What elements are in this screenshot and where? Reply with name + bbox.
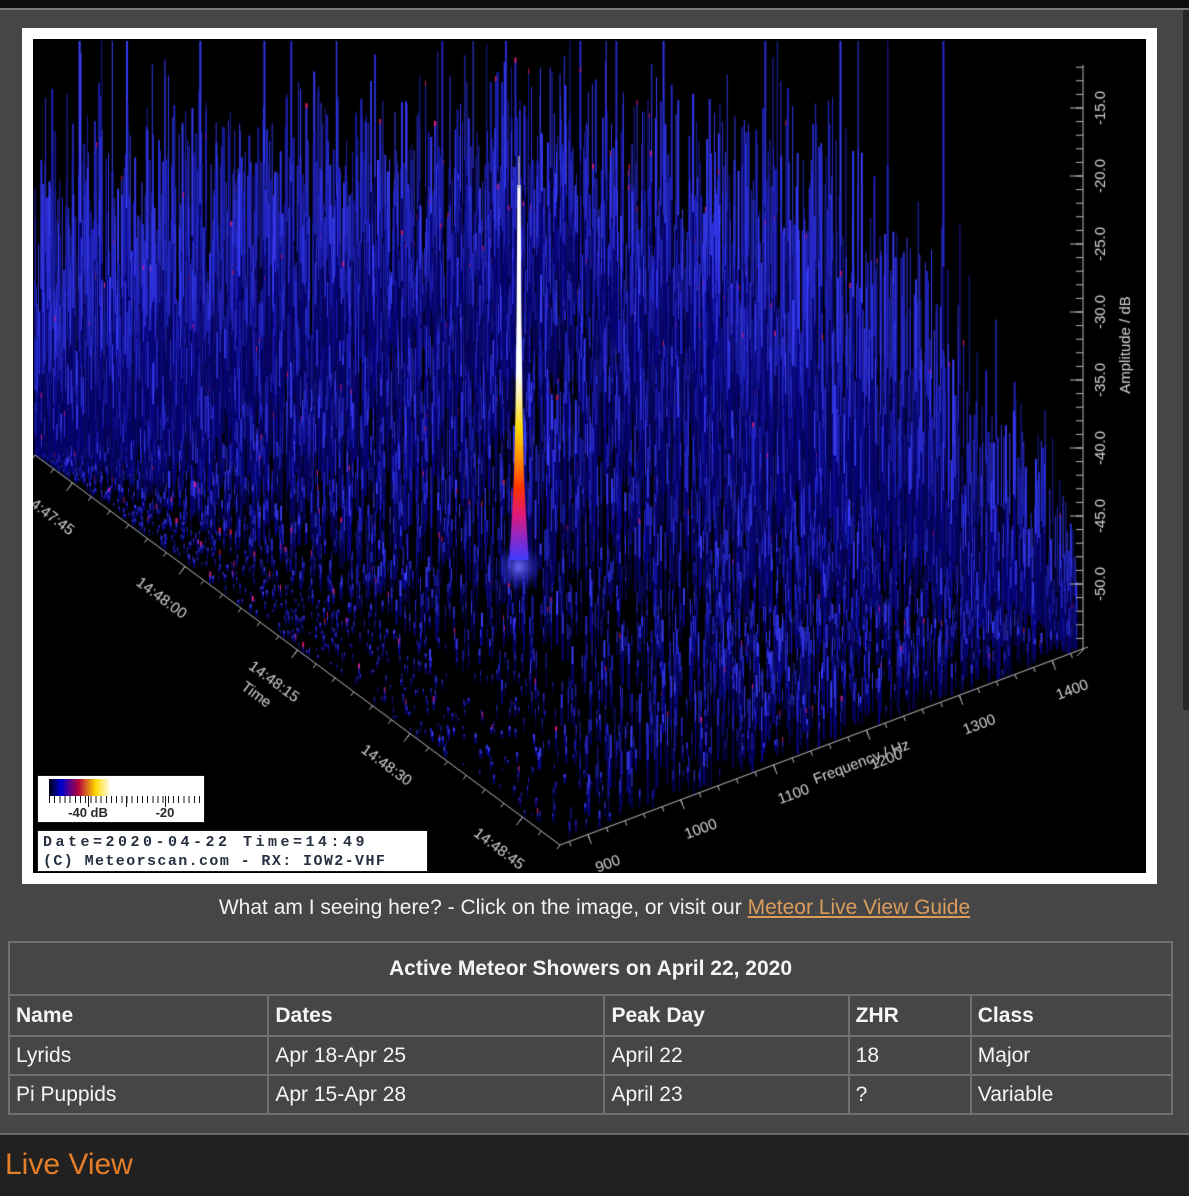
station-info-overlay: Date=2020-04-22 Time=14:49 (C) Meteorsca… [37,830,428,872]
live-view-link[interactable]: Live View [5,1148,133,1181]
table-cell: Pi Puppids [9,1075,268,1114]
footer-section: Live View [0,1135,1189,1196]
table-row: Pi PuppidsApr 15-Apr 28April 23?Variable [9,1075,1172,1114]
table-body: LyridsApr 18-Apr 25April 2218MajorPi Pup… [9,1036,1172,1114]
table-cell: Variable [971,1075,1172,1114]
colorbar-gradient [49,779,204,796]
spectrogram-figure[interactable]: -40 dB -20 Date=2020-04-22 Time=14:49 (C… [22,28,1157,884]
table-header-row: NameDatesPeak DayZHRClass [9,995,1172,1036]
colorbar-label-40db: -40 dB [68,805,108,820]
content-panel: -40 dB -20 Date=2020-04-22 Time=14:49 (C… [0,8,1189,1135]
meteor-live-view-guide-link[interactable]: Meteor Live View Guide [748,896,971,919]
colorbar-ruler [49,796,205,803]
table-title: Active Meteor Showers on April 22, 2020 [9,942,1172,995]
top-strip [0,0,1189,8]
table-cell: Apr 15-Apr 28 [268,1075,604,1114]
table-title-row: Active Meteor Showers on April 22, 2020 [9,942,1172,995]
table-column-header: Name [9,995,268,1036]
colorbar-label-20db: -20 [156,805,175,820]
overlay-date-time: Date=2020-04-22 Time=14:49 [43,833,427,852]
table-column-header: Dates [268,995,604,1036]
meteor-showers-table: Active Meteor Showers on April 22, 2020 … [8,941,1173,1115]
spectrogram-canvas[interactable] [33,39,1146,873]
table-cell: 18 [849,1036,971,1075]
table-column-header: Peak Day [604,995,848,1036]
table-cell: ? [849,1075,971,1114]
table-cell: Lyrids [9,1036,268,1075]
table-cell: Major [971,1036,1172,1075]
table-row: LyridsApr 18-Apr 25April 2218Major [9,1036,1172,1075]
caption-text: What am I seeing here? - Click on the im… [219,896,748,919]
table-cell: April 22 [604,1036,848,1075]
colorbar-major-tick [126,796,127,807]
table-column-header: ZHR [849,995,971,1036]
table-column-header: Class [971,995,1172,1036]
table-cell: April 23 [604,1075,848,1114]
scrollbar-thumb[interactable] [1183,10,1189,710]
caption: What am I seeing here? - Click on the im… [0,895,1189,921]
table-cell: Apr 18-Apr 25 [268,1036,604,1075]
colorbar-legend: -40 dB -20 [37,775,205,823]
overlay-copyright-rx: (C) Meteorscan.com - RX: IOW2-VHF [43,852,427,871]
